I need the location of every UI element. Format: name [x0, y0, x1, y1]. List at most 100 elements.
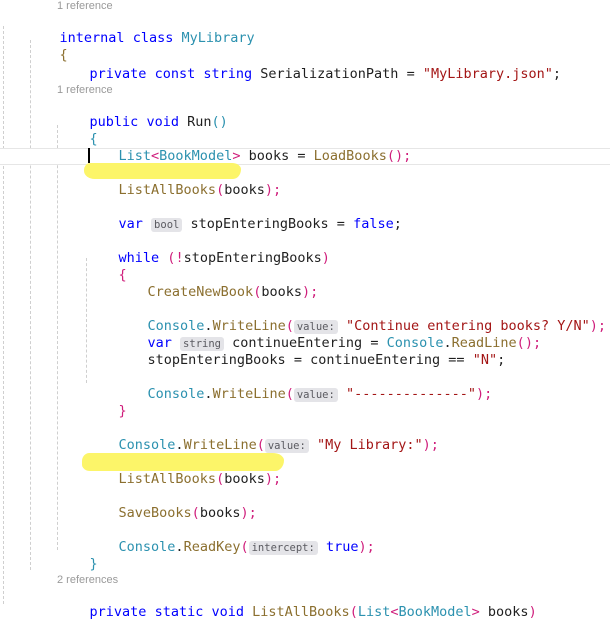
token-type-list: List: [357, 604, 391, 620]
token-type-console: Console: [118, 539, 176, 555]
code-editor[interactable]: 1 reference internal class MyLibrary { p…: [0, 0, 610, 620]
token-operator-assign: =: [297, 148, 306, 164]
token-keyword-true: true: [325, 539, 359, 555]
token-method-readkey: ReadKey: [183, 539, 241, 555]
token-operator-assign: =: [406, 66, 415, 82]
code-line-1: internal class MyLibrary: [0, 13, 255, 46]
code-line-18: ListAllBooks(books);: [0, 454, 282, 487]
token-operator-assign: =: [293, 352, 302, 368]
token-paren-open: (: [256, 437, 265, 453]
inline-param-hint-value[interactable]: value:: [293, 388, 338, 402]
token-name-books: books: [224, 471, 265, 487]
token-type-list: List: [118, 148, 152, 164]
token-semicolon: ;: [597, 318, 607, 334]
token-keyword-private: private: [89, 604, 147, 620]
codelens-method-listallbooks[interactable]: 2 references: [0, 573, 118, 587]
token-dot: .: [175, 539, 184, 555]
token-string-n: "N": [472, 352, 498, 368]
token-semicolon: ;: [552, 66, 562, 82]
token-type-bookmodel: BookModel: [398, 604, 472, 620]
token-keyword-void: void: [211, 604, 244, 620]
inline-type-hint-bool[interactable]: bool: [151, 218, 183, 232]
token-method-listallbooks: ListAllBooks: [118, 182, 217, 198]
token-type-mylibrary: MyLibrary: [181, 30, 255, 46]
token-paren-close: ): [301, 284, 311, 300]
inline-param-hint-value[interactable]: value:: [264, 439, 309, 453]
code-line-12: Console.WriteLine(value: "Continue enter…: [0, 301, 606, 334]
token-paren-close: ): [264, 182, 273, 198]
token-type-bookmodel: BookModel: [159, 148, 233, 164]
token-paren-close: ): [524, 335, 533, 351]
token-name-books: books: [199, 505, 241, 521]
token-keyword-class: class: [132, 30, 174, 46]
token-paren-close: ): [528, 604, 537, 620]
token-paren-open: (: [285, 386, 294, 402]
token-type-console: Console: [118, 437, 176, 453]
token-paren-close: ): [219, 114, 228, 130]
token-name-stopenteringbooks: stopEnteringBooks: [190, 216, 329, 232]
token-angle-close: >: [471, 604, 480, 620]
code-line-9: while (!stopEnteringBooks): [0, 233, 330, 266]
token-keyword-static: static: [154, 604, 204, 620]
token-name-continueentering: continueEntering: [310, 352, 441, 368]
token-paren-open: (: [216, 182, 225, 198]
token-paren-close: ): [394, 148, 404, 164]
code-line-22: private static void ListAllBooks(List<Bo…: [0, 587, 537, 620]
token-method-run: Run: [187, 114, 212, 130]
token-name-books: books: [487, 604, 529, 620]
token-name-books: books: [224, 182, 265, 198]
token-keyword-internal: internal: [59, 30, 125, 46]
token-paren-open: (: [211, 114, 220, 130]
token-name-books: books: [261, 284, 302, 300]
token-paren-open: (: [240, 539, 249, 555]
code-line-5: {: [0, 114, 98, 147]
code-line-8: var bool stopEnteringBooks = false;: [0, 199, 402, 232]
token-string-mylibraryjson: "MyLibrary.json": [422, 66, 553, 82]
token-name-serializationpath: SerializationPath: [260, 66, 399, 82]
token-name-stopenteringbooks: stopEnteringBooks: [147, 352, 286, 368]
code-line-14: stopEnteringBooks = continueEntering == …: [0, 335, 506, 368]
token-semicolon: ;: [532, 335, 542, 351]
token-operator-equals: ==: [448, 352, 465, 368]
token-angle-open: <: [151, 148, 160, 164]
token-paren-close: ): [358, 539, 367, 555]
token-method-listallbooks: ListAllBooks: [118, 471, 217, 487]
token-paren-open: (: [516, 335, 525, 351]
token-keyword-const: const: [154, 66, 196, 82]
codelens-class-mylibrary[interactable]: 1 reference: [0, 0, 113, 13]
token-semicolon: ;: [366, 539, 375, 555]
token-paren-close: ): [321, 250, 330, 266]
token-dot: .: [204, 386, 213, 402]
token-method-listallbooks: ListAllBooks: [252, 604, 350, 620]
code-line-4: public void Run(): [0, 97, 228, 130]
code-line-2: {: [0, 30, 68, 63]
code-line-15: Console.WriteLine(value: "--------------…: [0, 369, 492, 402]
token-string-dashes: "--------------": [345, 386, 476, 402]
codelens-method-run[interactable]: 1 reference: [0, 83, 113, 97]
token-semicolon: ;: [403, 148, 412, 164]
token-method-writeline: WriteLine: [183, 437, 257, 453]
token-semicolon: ;: [484, 386, 493, 402]
token-paren-open: (: [191, 505, 200, 521]
token-paren-close: ): [475, 386, 485, 402]
token-type-console: Console: [147, 386, 205, 402]
token-keyword-string: string: [203, 66, 253, 82]
token-semicolon: ;: [248, 505, 257, 521]
token-semicolon: ;: [310, 284, 319, 300]
code-line-13: var string continueEntering = Console.Re…: [0, 318, 541, 351]
token-name-stopenteringbooks: stopEnteringBooks: [183, 250, 322, 266]
token-method-loadbooks: LoadBooks: [313, 148, 387, 164]
token-dot: .: [175, 437, 184, 453]
token-string-mylibrarylabel: "My Library:": [316, 437, 423, 453]
token-semicolon: ;: [430, 437, 439, 453]
token-semicolon: ;: [272, 471, 282, 487]
inline-param-hint-intercept[interactable]: intercept:: [248, 541, 318, 555]
token-keyword-var: var: [118, 216, 143, 232]
token-paren-close: ): [589, 318, 598, 334]
token-brace-close: }: [118, 403, 127, 419]
token-keyword-void: void: [146, 114, 179, 130]
token-semicolon: ;: [272, 182, 282, 198]
token-angle-open: <: [390, 604, 399, 620]
token-method-savebooks: SaveBooks: [118, 505, 192, 521]
